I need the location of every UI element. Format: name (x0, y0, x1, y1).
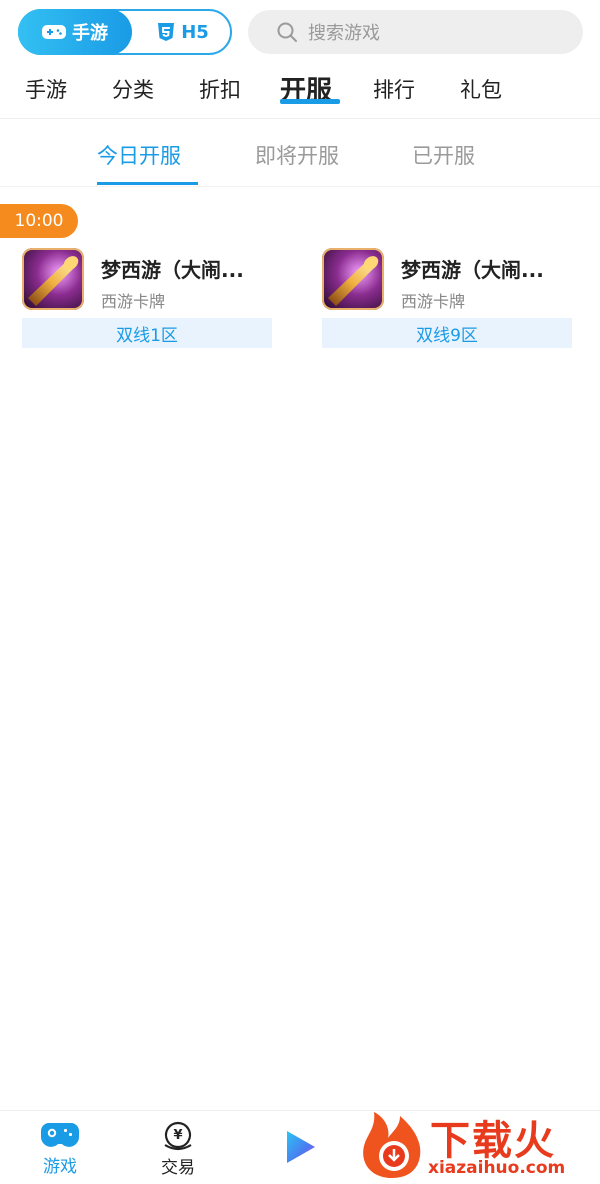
game-genre: 西游卡牌 (101, 292, 166, 311)
main-nav: 手游 分类 折扣 开服 排行 礼包 (0, 66, 600, 118)
time-badge: 10:00 (0, 204, 78, 238)
segment-h5[interactable]: H5 (134, 11, 232, 53)
segment-mobile-games[interactable]: 手游 (18, 9, 132, 55)
nav-item-discounts[interactable]: 折扣 (199, 74, 241, 104)
segment-mobile-label: 手游 (72, 23, 108, 44)
tab-games[interactable]: 游戏 (34, 1111, 86, 1184)
server-name: 双线1区 (22, 318, 272, 348)
tab-trade-label: 交易 (161, 1157, 195, 1178)
game-name: 梦西游（大闹... (101, 258, 244, 282)
tab-upcoming[interactable]: 即将开服 (255, 140, 339, 170)
server-sub-tabs: 今日开服 即将开服 已开服 (0, 130, 600, 186)
search-bar[interactable]: 搜索游戏 (248, 10, 583, 54)
nav-divider (0, 118, 600, 119)
html5-icon (158, 23, 175, 41)
svg-text:¥: ¥ (173, 1128, 182, 1143)
play-icon (287, 1131, 315, 1163)
search-icon (277, 22, 297, 42)
nav-item-gifts[interactable]: 礼包 (460, 74, 502, 104)
subtab-active-underline (97, 182, 198, 185)
watermark: 下载火 xiazaihuo.com (356, 1104, 600, 1184)
game-icon[interactable] (322, 248, 384, 310)
nav-item-ranking[interactable]: 排行 (373, 74, 415, 104)
tab-already-open[interactable]: 已开服 (412, 140, 475, 170)
game-genre: 西游卡牌 (401, 292, 466, 311)
tab-today-open[interactable]: 今日开服 (97, 140, 181, 170)
nav-item-mobile-games[interactable]: 手游 (25, 74, 67, 104)
game-card[interactable]: 梦西游（大闹... 西游卡牌 双线1区 (22, 248, 274, 350)
gamepad-icon (42, 25, 66, 39)
game-name: 梦西游（大闹... (401, 258, 544, 282)
nav-active-underline (280, 99, 340, 104)
yen-bag-icon: ¥ (164, 1121, 192, 1150)
segment-h5-label: H5 (181, 21, 209, 43)
flame-logo-icon (363, 1112, 421, 1178)
game-icon[interactable] (22, 248, 84, 310)
tab-trade[interactable]: ¥ 交易 (152, 1111, 204, 1184)
subtab-divider (0, 186, 600, 187)
gamepad-icon (41, 1122, 79, 1147)
game-type-toggle[interactable]: 手游 H5 (18, 9, 232, 55)
search-placeholder: 搜索游戏 (308, 23, 380, 44)
tab-games-label: 游戏 (43, 1156, 77, 1177)
tab-video[interactable] (276, 1111, 322, 1184)
nav-item-categories[interactable]: 分类 (112, 74, 154, 104)
watermark-url: xiazaihuo.com (428, 1158, 566, 1178)
top-bar: 手游 H5 搜索游戏 (0, 0, 600, 66)
server-name: 双线9区 (322, 318, 572, 348)
game-card[interactable]: 梦西游（大闹... 西游卡牌 双线9区 (322, 248, 574, 350)
